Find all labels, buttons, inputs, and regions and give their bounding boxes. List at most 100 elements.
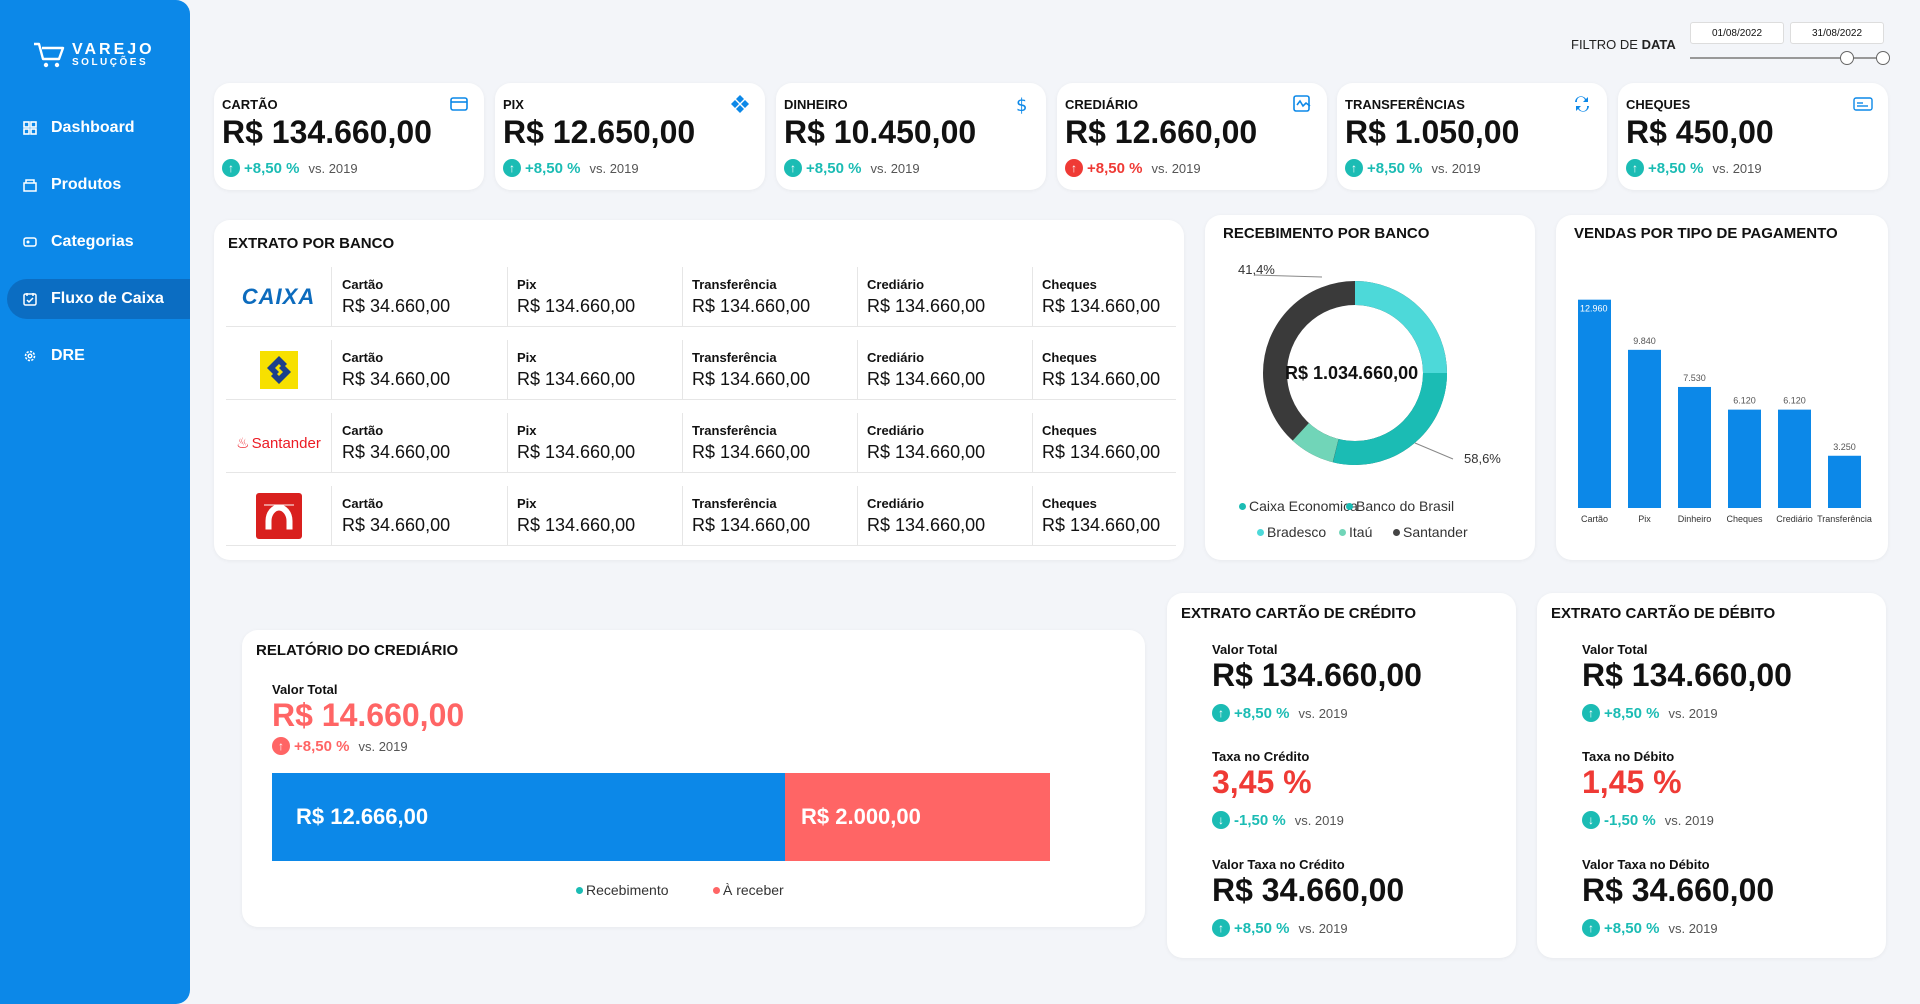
arrow-up-icon: ↑ [784, 159, 802, 177]
bank-cell: Cartão R$ 34.660,00 [333, 486, 508, 546]
brand-logo[interactable]: VAREJO SOLUÇÕES [32, 40, 155, 70]
bank-cell-value: R$ 134.660,00 [1042, 515, 1161, 535]
bank-cell: Cartão R$ 34.660,00 [333, 413, 508, 473]
cart-icon [34, 42, 65, 68]
card-title: RELATÓRIO DO CREDIÁRIO [256, 642, 459, 659]
trend-vs: vs. 2019 [1664, 812, 1714, 828]
calendar-icon [23, 293, 37, 306]
kpi-label: CARTÃO [222, 97, 278, 112]
kpi-card-pix[interactable]: PIX R$ 12.650,00 ↑ +8,50 % vs. 2019 [495, 83, 765, 190]
bank-cell: Crediário R$ 134.660,00 [858, 267, 1033, 327]
bank-cell-label: Cartão [342, 350, 384, 365]
kpi-card-cartão[interactable]: CARTÃO R$ 134.660,00 ↑ +8,50 % vs. 2019 [214, 83, 484, 190]
bar-pix [1628, 349, 1661, 508]
date-filter-label: FILTRO DE DATA [1571, 37, 1676, 52]
grid-icon [23, 121, 37, 135]
bar-category-label: Dinheiro [1678, 514, 1712, 524]
bank-cell-label: Transferência [692, 350, 777, 365]
trend: ↑ +8,50 % vs. 2019 [1212, 704, 1348, 722]
sidebar-item-dre[interactable]: DRE [7, 336, 190, 376]
kpi-label: DINHEIRO [784, 97, 848, 112]
bar-category-label: Cheques [1726, 514, 1763, 524]
box-icon [23, 179, 37, 192]
legend-label: À receber [723, 882, 784, 898]
sidebar-item-fluxo-de-caixa[interactable]: Fluxo de Caixa [7, 279, 190, 319]
arrow-up-icon: ↑ [1626, 159, 1644, 177]
arrow-up-icon: ↑ [1212, 704, 1230, 722]
bank-cell-label: Pix [517, 496, 537, 511]
sidebar-item-dashboard[interactable]: Dashboard [7, 108, 190, 148]
trend-value: +8,50 % [1604, 704, 1660, 722]
trend: ↓ -1,50 % vs. 2019 [1212, 811, 1344, 829]
bar-category-label: Crediário [1776, 514, 1813, 524]
kpi-value: R$ 12.650,00 [503, 114, 696, 150]
sidebar-item-label: Produtos [51, 176, 122, 193]
trend: ↑ +8,50 % vs. 2019 [503, 159, 639, 177]
svg-text:$: $ [1016, 95, 1027, 115]
bank-cell-label: Crediário [867, 277, 925, 292]
bank-cell-value: R$ 34.660,00 [342, 296, 451, 316]
bank-row: ♨ Santander Cartão R$ 34.660,00 Pix R$ 134.66… [226, 413, 1176, 473]
bank-logo-caixa: CAIXA [226, 267, 332, 327]
bank-cell: Crediário R$ 134.660,00 [858, 413, 1033, 473]
kpi-card-crediário[interactable]: CREDIÁRIO R$ 12.660,00 ↑ +8,50 % vs. 2019 [1057, 83, 1327, 190]
bank-cell: Crediário R$ 134.660,00 [858, 486, 1033, 546]
bar-crediário [1778, 409, 1811, 508]
trend: ↑ +8,50 % vs. 2019 [1582, 919, 1718, 937]
trend: ↑ +8,50 % vs. 2019 [222, 159, 358, 177]
kpi-label: TRANSFERÊNCIAS [1345, 97, 1465, 112]
bank-cell-value: R$ 134.660,00 [692, 442, 811, 462]
sidebar-item-categorias[interactable]: Categorias [7, 222, 190, 262]
bank-cell-label: Cheques [1042, 423, 1097, 438]
legend-label: Banco do Brasil [1356, 498, 1455, 514]
extrato-debito-card: EXTRATO CARTÃO DE DÉBITO Valor Total R$ 13… [1537, 593, 1886, 958]
bank-cell-value: R$ 134.660,00 [1042, 369, 1161, 389]
trend-vs: vs. 2019 [1151, 160, 1201, 176]
taxa-value: 3,45 % [1212, 764, 1312, 800]
bank-cell-label: Transferência [692, 277, 777, 292]
bar-category-label: Transferência [1817, 514, 1872, 524]
bank-cell: Cheques R$ 134.660,00 [1033, 340, 1208, 400]
trend-value: +8,50 % [1234, 704, 1290, 722]
trend-value: +8,50 % [1648, 159, 1704, 177]
trend: ↑ +8,50 % vs. 2019 [1626, 159, 1762, 177]
banco-do-brasil-logo-icon [259, 351, 298, 389]
legend-label: Caixa Economica [1249, 498, 1358, 514]
bank-cell-label: Cheques [1042, 277, 1097, 292]
end-date-input[interactable]: 31/08/2022 [1790, 22, 1884, 44]
arrow-up-icon: ↑ [1065, 159, 1083, 177]
legend-dot [1257, 528, 1264, 536]
trend: ↑ +8,50 % vs. 2019 [1345, 159, 1481, 177]
start-date-input[interactable]: 01/08/2022 [1690, 22, 1784, 44]
bank-cell: Pix R$ 134.660,00 [508, 413, 683, 473]
sidebar-item-produtos[interactable]: Produtos [7, 165, 190, 205]
bar-chart: 12.960 Cartão 9.840 Pix 7.530 Dinheiro 6.120 Ch… [1578, 299, 1872, 524]
kpi-label: CHEQUES [1626, 97, 1691, 112]
bank-cell-label: Cheques [1042, 496, 1097, 511]
caixa-logo-text: CAIXA [241, 284, 316, 309]
bar-value-label: 12.960 [1580, 304, 1608, 314]
taxa-label: Taxa no Crédito [1212, 749, 1310, 764]
kpi-card-dinheiro[interactable]: DINHEIRO R$ 10.450,00 $ ↑ +8,50 % vs. 2019 [776, 83, 1046, 190]
recebimento-por-banco-card: RECEBIMENTO POR BANCO 41,4% 58,6% R$ 1.0… [1205, 215, 1535, 560]
bank-cell-value: R$ 134.660,00 [867, 369, 986, 389]
kpi-card-transferências[interactable]: TRANSFERÊNCIAS R$ 1.050,00 ↑ +8,50 % vs. 201… [1337, 83, 1607, 190]
extrato-por-banco-card: EXTRATO POR BANCO CAIXA Cartão R$ 34.660,0… [214, 220, 1184, 560]
bar-value-label: 9.840 [1633, 336, 1656, 346]
filter-label-prefix: FILTRO DE [1571, 37, 1638, 52]
bank-cell-label: Crediário [867, 423, 925, 438]
bar-category-label: Cartão [1581, 514, 1608, 524]
bank-cell-label: Cheques [1042, 350, 1097, 365]
taxa-value: 1,45 % [1582, 764, 1682, 800]
slider-handle-start[interactable] [1840, 51, 1854, 65]
kpi-card-cheques[interactable]: CHEQUES R$ 450,00 ↑ +8,50 % vs. 2019 [1618, 83, 1888, 190]
bar-value-label: 6.120 [1783, 396, 1806, 406]
trend-vs: vs. 2019 [1298, 920, 1348, 936]
bar-transferência [1828, 455, 1861, 508]
bank-cell-label: Transferência [692, 423, 777, 438]
sidebar-item-label: Categorias [51, 233, 134, 250]
slider-handle-end[interactable] [1876, 51, 1890, 65]
bank-cell: Cheques R$ 134.660,00 [1033, 413, 1208, 473]
trend-value: +8,50 % [1604, 919, 1660, 937]
signature-icon [1293, 95, 1311, 112]
